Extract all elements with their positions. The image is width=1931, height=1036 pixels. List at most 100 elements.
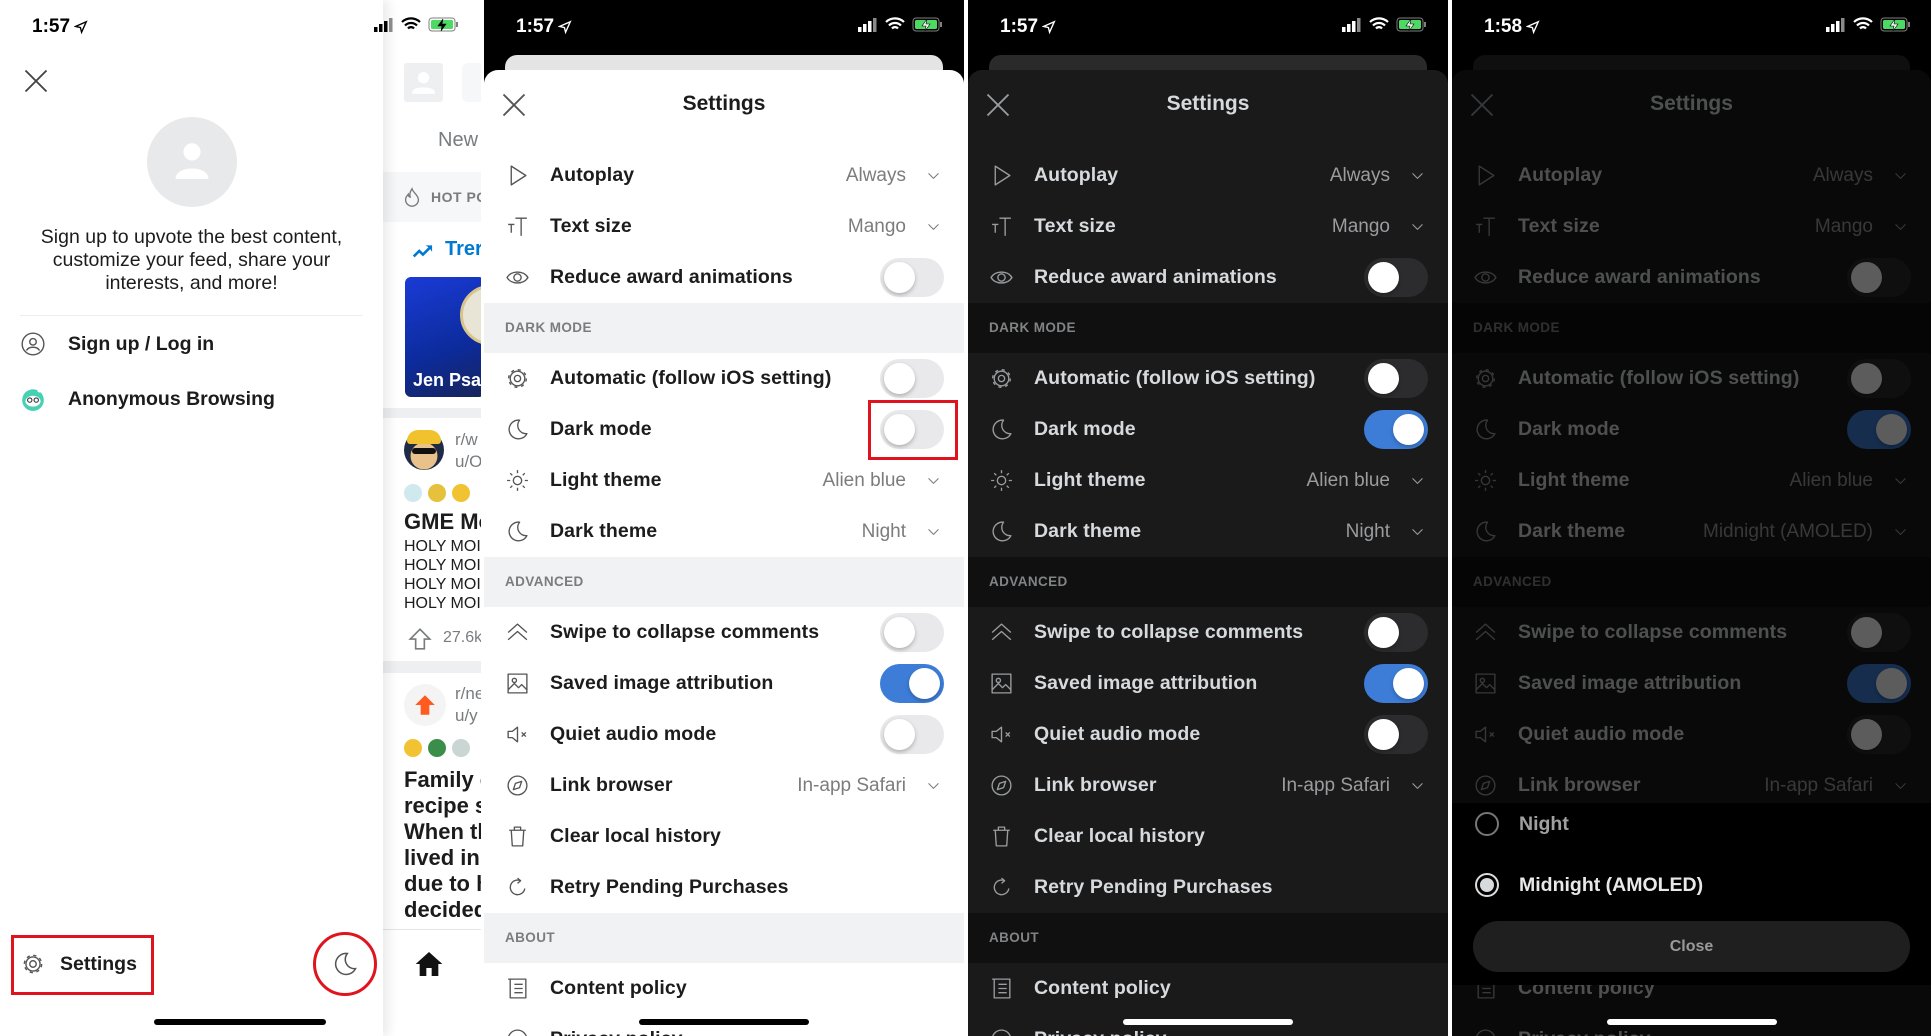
post1-user[interactable]: u/O (455, 452, 481, 472)
setting-saved-image-attribution[interactable]: Saved image attribution (484, 658, 964, 709)
section-header-advanced: ADVANCED (484, 557, 964, 607)
setting-value[interactable]: Mango (848, 216, 906, 238)
home-indicator (1607, 1019, 1777, 1025)
setting-quiet-audio-mode[interactable]: Quiet audio mode (968, 709, 1448, 760)
toggle-switch[interactable] (880, 664, 944, 703)
post2-title[interactable]: Family c recipe s When th lived in due t… (404, 767, 481, 923)
radio-unselected-icon[interactable] (1475, 812, 1499, 836)
setting-reduce-award-animations[interactable]: Reduce award animations (484, 252, 964, 303)
setting-reduce-award-animations[interactable]: Reduce award animations (968, 252, 1448, 303)
setting-value[interactable]: Alien blue (823, 470, 906, 492)
chevron-down-icon[interactable] (925, 218, 942, 235)
divider (20, 315, 363, 316)
setting-content-policy[interactable]: Content policy (968, 963, 1448, 1014)
setting-retry-pending-purchases[interactable]: Retry Pending Purchases (968, 862, 1448, 913)
radio-selected-icon[interactable] (1475, 873, 1499, 897)
signal-icon (374, 17, 394, 32)
bottom-tab-bar (383, 929, 481, 1036)
toggle-switch[interactable] (880, 258, 944, 297)
setting-automatic-follow-ios-setting[interactable]: Automatic (follow iOS setting) (484, 353, 964, 404)
setting-autoplay[interactable]: Autoplay Always (484, 150, 964, 201)
theme-option[interactable]: Night (1475, 810, 1569, 838)
toggle-knob (1368, 617, 1399, 648)
post1-subreddit[interactable]: r/w (455, 430, 478, 450)
chevron-down-icon[interactable] (1409, 523, 1426, 540)
setting-dark-mode[interactable]: Dark mode (968, 404, 1448, 455)
feed-avatar-button[interactable] (404, 63, 443, 102)
toggle-switch[interactable] (1364, 664, 1428, 703)
post2-user[interactable]: u/y (455, 706, 478, 726)
trending-image-card[interactable]: Jen Psa (405, 277, 481, 397)
chevron-down-icon[interactable] (1409, 167, 1426, 184)
post2-subreddit-avatar[interactable] (404, 684, 446, 726)
chevron-down-icon[interactable] (1409, 472, 1426, 489)
toggle-switch[interactable] (1364, 258, 1428, 297)
setting-label: Privacy policy (550, 1028, 683, 1036)
toggle-switch[interactable] (1364, 613, 1428, 652)
post1-subreddit-avatar[interactable] (404, 430, 444, 470)
setting-value[interactable]: In-app Safari (1281, 775, 1390, 797)
setting-value[interactable]: Night (862, 521, 906, 543)
setting-link-browser[interactable]: Link browser In-app Safari (968, 760, 1448, 811)
toggle-switch[interactable] (1364, 359, 1428, 398)
signup-login-item[interactable]: Sign up / Log in (20, 331, 214, 357)
signal-icon (1826, 17, 1846, 32)
setting-link-browser[interactable]: Link browser In-app Safari (484, 760, 964, 811)
setting-dark-theme[interactable]: Dark theme Night (968, 506, 1448, 557)
setting-value[interactable]: Night (1346, 521, 1390, 543)
compass-icon (505, 773, 530, 798)
chevron-down-icon[interactable] (925, 167, 942, 184)
setting-value[interactable]: Alien blue (1307, 470, 1390, 492)
compass-icon (989, 773, 1014, 798)
chevron-down-icon[interactable] (925, 472, 942, 489)
post2-title-line: due to h (404, 871, 481, 896)
toggle-switch[interactable] (1364, 715, 1428, 754)
post1-upvote-button[interactable] (407, 626, 433, 652)
setting-content-policy[interactable]: Content policy (484, 963, 964, 1014)
setting-saved-image-attribution[interactable]: Saved image attribution (968, 658, 1448, 709)
chevron-down-icon[interactable] (1409, 777, 1426, 794)
toggle-switch[interactable] (1364, 410, 1428, 449)
setting-label: Quiet audio mode (1034, 723, 1201, 745)
feed-search-button[interactable] (462, 63, 481, 102)
close-drawer-button[interactable] (22, 67, 50, 95)
post2-subreddit[interactable]: r/ne (455, 684, 481, 704)
theme-option[interactable]: Midnight (AMOLED) (1475, 871, 1703, 899)
setting-privacy-policy[interactable]: Privacy policy (968, 1014, 1448, 1036)
toggle-switch[interactable] (880, 715, 944, 754)
toggle-switch[interactable] (880, 359, 944, 398)
image-icon (989, 671, 1014, 696)
location-arrow-icon (1526, 20, 1540, 34)
setting-light-theme[interactable]: Light theme Alien blue (968, 455, 1448, 506)
setting-value[interactable]: Mango (1332, 216, 1390, 238)
setting-clear-local-history[interactable]: Clear local history (968, 811, 1448, 862)
setting-automatic-follow-ios-setting[interactable]: Automatic (follow iOS setting) (968, 353, 1448, 404)
setting-swipe-to-collapse-comments[interactable]: Swipe to collapse comments (968, 607, 1448, 658)
chevron-down-icon[interactable] (925, 777, 942, 794)
setting-autoplay[interactable]: Autoplay Always (968, 150, 1448, 201)
setting-value[interactable]: Always (846, 165, 906, 187)
setting-clear-local-history[interactable]: Clear local history (484, 811, 964, 862)
feed-tab-new[interactable]: New (438, 129, 478, 152)
setting-text-size[interactable]: Text size Mango (968, 201, 1448, 252)
setting-swipe-to-collapse-comments[interactable]: Swipe to collapse comments (484, 607, 964, 658)
chevron-down-icon[interactable] (1409, 218, 1426, 235)
setting-dark-theme[interactable]: Dark theme Night (484, 506, 964, 557)
toggle-switch[interactable] (880, 613, 944, 652)
hot-posts-bar[interactable]: HOT PO (383, 172, 481, 222)
setting-value[interactable]: Always (1330, 165, 1390, 187)
setting-value[interactable]: In-app Safari (797, 775, 906, 797)
setting-quiet-audio-mode[interactable]: Quiet audio mode (484, 709, 964, 760)
picker-close-button[interactable]: Close (1473, 921, 1910, 972)
chevron-down-icon[interactable] (925, 523, 942, 540)
setting-privacy-policy[interactable]: Privacy policy (484, 1014, 964, 1036)
anonymous-browsing-item[interactable]: Anonymous Browsing (20, 386, 275, 412)
setting-light-theme[interactable]: Light theme Alien blue (484, 455, 964, 506)
signal-icon (1342, 17, 1362, 32)
home-tab-icon[interactable] (413, 948, 445, 980)
post1-title[interactable]: GME Mo (404, 509, 481, 535)
setting-retry-pending-purchases[interactable]: Retry Pending Purchases (484, 862, 964, 913)
post2-title-line: Family c (404, 767, 481, 792)
home-indicator (639, 1019, 809, 1025)
setting-text-size[interactable]: Text size Mango (484, 201, 964, 252)
